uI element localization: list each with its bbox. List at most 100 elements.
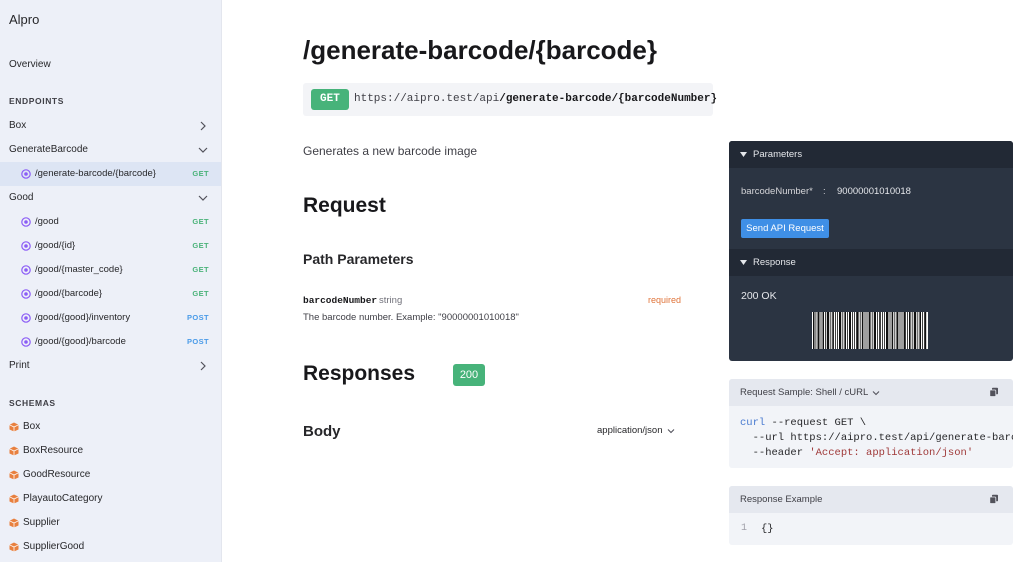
code-line-number: 1 bbox=[741, 523, 748, 534]
barcode-image bbox=[812, 312, 928, 349]
sidebar-group-good[interactable]: Good bbox=[0, 186, 221, 210]
code-text: --request GET \ bbox=[765, 417, 867, 429]
response-panel-title: Response bbox=[753, 257, 796, 268]
sidebar-item-good[interactable]: /good GET bbox=[0, 210, 221, 234]
schema-cube-icon bbox=[9, 518, 19, 528]
code-line: --header 'Accept: application/json' bbox=[740, 446, 1013, 461]
sidebar: Alpro Overview ENDPOINTS Box GenerateBar… bbox=[0, 0, 222, 562]
response-example-header: Response Example bbox=[729, 486, 1013, 513]
sidebar-schema-good-resource[interactable]: GoodResource bbox=[0, 463, 221, 487]
method-badge: GET bbox=[192, 169, 209, 178]
code-text: --header bbox=[740, 447, 810, 459]
sidebar-schema-box-resource[interactable]: BoxResource bbox=[0, 439, 221, 463]
caret-down-icon bbox=[740, 152, 747, 157]
url-path: /generate-barcode/{barcodeNumber} bbox=[499, 93, 718, 105]
sidebar-group-label: GenerateBarcode bbox=[9, 144, 88, 155]
request-heading: Request bbox=[303, 194, 386, 217]
schema-cube-icon bbox=[9, 446, 19, 456]
sidebar-schema-playauto-category[interactable]: PlayautoCategory bbox=[0, 487, 221, 511]
request-sample-language-select[interactable]: Request Sample: Shell / cURL bbox=[740, 387, 880, 398]
content-type-select[interactable]: application/json bbox=[597, 425, 675, 436]
request-sample-code: curl --request GET \ --url https://aipro… bbox=[740, 416, 1013, 461]
sidebar-schema-box[interactable]: Box bbox=[0, 415, 221, 439]
endpoint-icon bbox=[21, 241, 31, 251]
try-it-panel: Parameters barcodeNumber* : 900000010100… bbox=[729, 141, 1013, 361]
sidebar-group-print[interactable]: Print bbox=[0, 354, 221, 378]
param-field-separator: : bbox=[823, 186, 826, 197]
schema-label: BoxResource bbox=[23, 445, 84, 456]
schema-label: GoodResource bbox=[23, 469, 91, 480]
request-sample-title: Request Sample: Shell / cURL bbox=[740, 387, 869, 398]
copy-icon[interactable] bbox=[989, 387, 999, 397]
endpoint-icon bbox=[21, 169, 31, 179]
content-type-label: application/json bbox=[597, 425, 663, 436]
sidebar-group-label: Box bbox=[9, 120, 27, 131]
sidebar-schema-supplier[interactable]: Supplier bbox=[0, 511, 221, 535]
chevron-down-icon bbox=[198, 195, 208, 201]
method-badge: GET bbox=[192, 241, 209, 250]
chevron-right-icon bbox=[200, 121, 206, 131]
sidebar-group-generate-barcode[interactable]: GenerateBarcode bbox=[0, 138, 221, 162]
code-line: curl --request GET \ bbox=[740, 416, 1013, 431]
sidebar-item-good-inventory[interactable]: /good/{good}/inventory POST bbox=[0, 306, 221, 330]
method-badge: GET bbox=[192, 265, 209, 274]
param-description: The barcode number. Example: "9000000101… bbox=[303, 312, 519, 323]
response-example-box: Response Example 1 {} bbox=[729, 486, 1013, 545]
sidebar-group-box[interactable]: Box bbox=[0, 114, 221, 138]
endpoint-icon bbox=[21, 313, 31, 323]
brand-title[interactable]: Alpro bbox=[9, 12, 39, 27]
response-status-tab[interactable]: 200 bbox=[453, 364, 485, 386]
caret-down-icon bbox=[740, 260, 747, 265]
sidebar-item-overview[interactable]: Overview bbox=[9, 59, 51, 70]
schema-label: Box bbox=[23, 421, 41, 432]
schema-label: SupplierGood bbox=[23, 541, 85, 552]
param-name: barcodeNumber bbox=[303, 295, 378, 306]
endpoint-label: /good/{good}/barcode bbox=[35, 336, 126, 347]
schema-cube-icon bbox=[9, 542, 19, 552]
endpoint-label: /good/{barcode} bbox=[35, 288, 103, 299]
schema-label: Supplier bbox=[23, 517, 60, 528]
page-title: /generate-barcode/{barcode} bbox=[303, 35, 658, 65]
sidebar-item-good-master-code[interactable]: /good/{master_code} GET bbox=[0, 258, 221, 282]
endpoint-url: https://aipro.test/api/generate-barcode/… bbox=[354, 93, 717, 105]
code-command: curl bbox=[740, 417, 766, 429]
sidebar-item-good-good-barcode[interactable]: /good/{good}/barcode POST bbox=[0, 330, 221, 354]
endpoint-label: /good bbox=[35, 216, 59, 227]
sidebar-item-good-barcode[interactable]: /good/{barcode} GET bbox=[0, 282, 221, 306]
code-string: 'Accept: application/json' bbox=[809, 447, 974, 459]
schema-cube-icon bbox=[9, 494, 19, 504]
endpoint-icon bbox=[21, 217, 31, 227]
sidebar-group-label: Print bbox=[9, 360, 30, 371]
param-field-label: barcodeNumber* bbox=[741, 186, 813, 197]
param-field-input[interactable]: 90000001010018 bbox=[837, 186, 911, 197]
copy-icon[interactable] bbox=[989, 494, 999, 504]
endpoint-label: /good/{id} bbox=[35, 240, 76, 251]
endpoint-description: Generates a new barcode image bbox=[303, 144, 478, 158]
response-example-code: {} bbox=[761, 523, 774, 535]
chevron-down-icon bbox=[667, 428, 674, 433]
path-parameters-heading: Path Parameters bbox=[303, 251, 414, 267]
response-panel-header[interactable]: Response bbox=[729, 249, 1013, 276]
chevron-down-icon bbox=[872, 390, 880, 395]
schema-cube-icon bbox=[9, 422, 19, 432]
parameters-panel-title: Parameters bbox=[753, 149, 803, 160]
chevron-right-icon bbox=[200, 361, 206, 371]
schema-label: PlayautoCategory bbox=[23, 493, 103, 504]
sidebar-item-generate-barcode[interactable]: /generate-barcode/{barcode} GET bbox=[0, 162, 221, 186]
responses-heading: Responses bbox=[303, 362, 416, 385]
url-base: https://aipro.test/api bbox=[354, 93, 500, 105]
response-example-title: Response Example bbox=[740, 494, 823, 505]
code-line: --url https://aipro.test/api/generate-ba… bbox=[752, 432, 1013, 444]
param-type: string bbox=[379, 295, 403, 306]
send-api-request-button[interactable]: Send API Request bbox=[741, 219, 829, 238]
sidebar-item-good-id[interactable]: /good/{id} GET bbox=[0, 234, 221, 258]
request-sample-header: Request Sample: Shell / cURL bbox=[729, 379, 1013, 406]
chevron-down-icon bbox=[198, 147, 208, 153]
schemas-heading: SCHEMAS bbox=[9, 398, 56, 408]
endpoint-icon bbox=[21, 337, 31, 347]
schema-cube-icon bbox=[9, 470, 19, 480]
response-status-text: 200 OK bbox=[741, 290, 777, 302]
parameters-panel-header[interactable]: Parameters bbox=[729, 141, 1013, 168]
sidebar-schema-supplier-good[interactable]: SupplierGood bbox=[0, 535, 221, 559]
endpoints-heading: ENDPOINTS bbox=[9, 96, 64, 106]
